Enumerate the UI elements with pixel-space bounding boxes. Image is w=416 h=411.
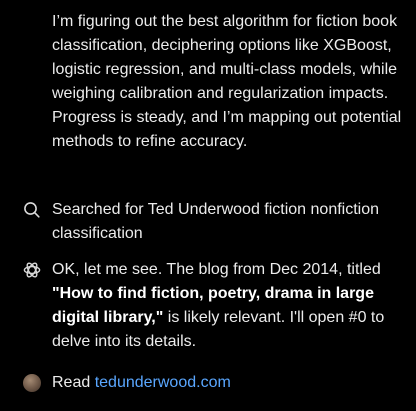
source-link[interactable]: tedunderwood.com xyxy=(95,374,231,391)
reasoning-paragraph: I’m figuring out the best algorithm for … xyxy=(52,13,402,150)
openai-logo-icon xyxy=(22,260,42,280)
chat-reasoning-panel: I’m figuring out the best algorithm for … xyxy=(0,0,416,411)
search-icon xyxy=(22,200,42,220)
analysis-text-before: OK, let me see. The blog from Dec 2014, … xyxy=(52,261,381,278)
read-label: Read xyxy=(52,374,95,391)
analysis-step-text: OK, let me see. The blog from Dec 2014, … xyxy=(52,258,408,354)
read-step-text: Read tedunderwood.com xyxy=(52,371,408,395)
search-step-text: Searched for Ted Underwood fiction nonfi… xyxy=(52,201,380,242)
site-favicon-icon xyxy=(22,373,42,393)
